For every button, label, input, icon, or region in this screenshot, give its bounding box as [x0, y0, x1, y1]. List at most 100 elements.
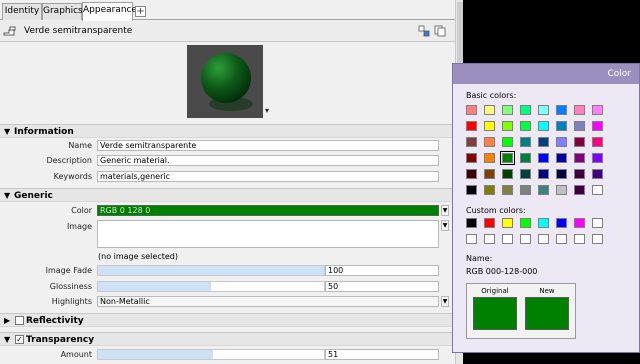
section-reflectivity[interactable]: ▶ Reflectivity — [0, 313, 455, 327]
basic-color-swatch[interactable] — [592, 105, 603, 115]
custom-color-swatch[interactable] — [484, 218, 495, 228]
custom-color-swatch[interactable] — [574, 218, 585, 228]
section-transparency[interactable]: ▼ ✓ Transparency — [0, 332, 455, 346]
dialog-titlebar[interactable]: Color — [453, 64, 639, 84]
basic-color-swatch[interactable] — [484, 153, 495, 163]
basic-color-swatch[interactable] — [520, 169, 531, 179]
description-field[interactable]: Generic material. — [97, 155, 439, 166]
basic-color-swatch[interactable] — [538, 121, 549, 131]
custom-color-swatch[interactable] — [520, 234, 531, 244]
basic-color-swatch[interactable] — [520, 137, 531, 147]
custom-color-swatch[interactable] — [502, 234, 513, 244]
basic-color-swatch[interactable] — [520, 185, 531, 195]
image-fade-slider[interactable] — [97, 265, 325, 276]
image-dropdown-chevron-down-icon[interactable]: ▼ — [441, 220, 449, 231]
glossiness-value[interactable]: 50 — [325, 281, 439, 292]
basic-color-swatch[interactable] — [592, 169, 603, 179]
basic-color-swatch[interactable] — [556, 137, 567, 147]
basic-color-swatch[interactable] — [520, 153, 531, 163]
basic-color-swatch[interactable] — [484, 169, 495, 179]
basic-color-swatch[interactable] — [556, 121, 567, 131]
section-generic[interactable]: ▼ Generic — [0, 188, 455, 202]
basic-color-swatch[interactable] — [556, 185, 567, 195]
custom-color-swatch[interactable] — [538, 218, 549, 228]
custom-color-swatch[interactable] — [520, 218, 531, 228]
reflectivity-checkbox[interactable] — [15, 316, 24, 325]
slider-fill — [98, 282, 211, 291]
basic-color-swatch[interactable] — [592, 185, 603, 195]
custom-color-swatch[interactable] — [484, 234, 495, 244]
custom-color-swatch[interactable] — [574, 234, 585, 244]
basic-color-swatch[interactable] — [574, 105, 585, 115]
basic-color-swatch[interactable] — [484, 137, 495, 147]
expand-triangle-icon: ▶ — [4, 316, 11, 325]
highlights-dropdown-chevron-down-icon[interactable]: ▼ — [441, 296, 449, 307]
tab-identity[interactable]: Identity — [2, 3, 42, 20]
basic-color-swatch[interactable] — [592, 137, 603, 147]
keywords-field[interactable]: materials,generic — [97, 171, 439, 182]
color-dialog: Color Basic colors: Custom colors: Name:… — [452, 63, 640, 353]
tab-appearance[interactable]: Appearance — [82, 2, 137, 21]
custom-color-swatch[interactable] — [592, 218, 603, 228]
image-fade-value[interactable]: 100 — [325, 265, 439, 276]
basic-color-swatch[interactable] — [466, 169, 477, 179]
name-field[interactable]: Verde semitransparente — [97, 140, 439, 151]
basic-color-swatch[interactable] — [592, 121, 603, 131]
basic-color-swatch[interactable] — [502, 137, 513, 147]
custom-color-swatch[interactable] — [466, 234, 477, 244]
glossiness-slider[interactable] — [97, 281, 325, 292]
basic-color-swatch[interactable] — [538, 105, 549, 115]
basic-color-swatch[interactable] — [538, 137, 549, 147]
custom-color-swatch[interactable] — [592, 234, 603, 244]
custom-color-swatch[interactable] — [466, 218, 477, 228]
basic-color-swatch[interactable] — [520, 105, 531, 115]
image-box[interactable] — [97, 220, 439, 248]
basic-color-swatch[interactable] — [466, 137, 477, 147]
color-field[interactable]: RGB 0 128 0 — [97, 205, 439, 216]
original-swatch — [473, 297, 517, 330]
basic-color-swatch[interactable] — [592, 153, 603, 163]
basic-color-swatch[interactable] — [556, 105, 567, 115]
basic-color-swatch[interactable] — [502, 121, 513, 131]
basic-color-swatch[interactable] — [502, 169, 513, 179]
basic-color-swatch[interactable] — [520, 121, 531, 131]
transparency-checkbox[interactable]: ✓ — [15, 335, 24, 344]
basic-color-swatch[interactable] — [500, 151, 515, 165]
basic-color-swatch[interactable] — [484, 121, 495, 131]
new-label: New — [539, 287, 555, 295]
replace-material-icon[interactable] — [418, 25, 430, 37]
basic-color-swatch[interactable] — [484, 105, 495, 115]
custom-color-swatch[interactable] — [556, 234, 567, 244]
color-dropdown-chevron-down-icon[interactable]: ▼ — [441, 205, 449, 216]
add-tab-button[interactable]: + — [135, 6, 146, 17]
amount-value[interactable]: 51 — [325, 349, 439, 360]
basic-color-swatch[interactable] — [538, 185, 549, 195]
duplicate-material-icon[interactable] — [434, 25, 446, 37]
basic-color-swatch[interactable] — [538, 153, 549, 163]
basic-color-swatch[interactable] — [484, 185, 495, 195]
slider-fill — [98, 266, 324, 275]
preview-options-chevron-down-icon[interactable]: ▾ — [265, 106, 269, 115]
custom-color-swatch[interactable] — [556, 218, 567, 228]
basic-color-swatch[interactable] — [538, 169, 549, 179]
basic-color-swatch[interactable] — [466, 105, 477, 115]
basic-color-swatch[interactable] — [502, 185, 513, 195]
basic-color-swatch[interactable] — [466, 185, 477, 195]
material-preview[interactable] — [187, 45, 263, 118]
basic-color-swatch[interactable] — [466, 121, 477, 131]
basic-color-swatch[interactable] — [574, 185, 585, 195]
basic-color-swatch[interactable] — [574, 137, 585, 147]
custom-color-swatch[interactable] — [502, 218, 513, 228]
amount-slider[interactable] — [97, 349, 325, 360]
basic-color-swatch[interactable] — [574, 121, 585, 131]
basic-color-swatch[interactable] — [556, 169, 567, 179]
basic-color-swatch[interactable] — [556, 153, 567, 163]
basic-color-swatch[interactable] — [466, 153, 477, 163]
tab-graphics[interactable]: Graphics — [42, 3, 83, 20]
basic-color-swatch[interactable] — [574, 153, 585, 163]
custom-color-swatch[interactable] — [538, 234, 549, 244]
section-information[interactable]: ▼ Information — [0, 124, 455, 138]
basic-color-swatch[interactable] — [574, 169, 585, 179]
basic-color-swatch[interactable] — [502, 105, 513, 115]
highlights-select[interactable]: Non-Metallic — [97, 296, 439, 307]
